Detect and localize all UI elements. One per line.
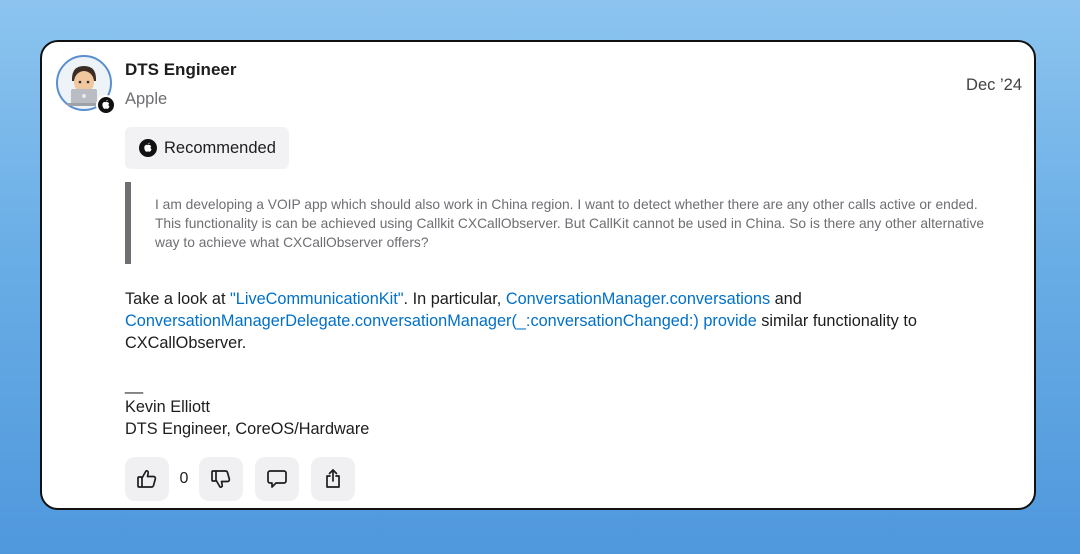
apple-logo-icon	[96, 95, 116, 115]
post-date: Dec ’24	[966, 76, 1022, 94]
share-button[interactable]	[311, 457, 355, 501]
post-actions: 0	[125, 457, 355, 501]
answer-body: Take a look at "LiveCommunicationKit". I…	[125, 288, 1005, 354]
signature: __ Kevin Elliott DTS Engineer, CoreOS/Ha…	[125, 374, 369, 440]
apple-logo-icon	[139, 139, 157, 157]
conversation-changed-link[interactable]: ConversationManagerDelegate.conversation…	[125, 312, 699, 330]
signature-dash: __	[125, 376, 144, 394]
answer-text: Take a look at	[125, 290, 230, 308]
signature-name: Kevin Elliott	[125, 398, 211, 416]
quoted-question: I am developing a VOIP app which should …	[125, 182, 985, 264]
livecommunicationkit-link[interactable]: "LiveCommunicationKit"	[230, 290, 404, 308]
share-icon	[326, 469, 340, 488]
author-name[interactable]: DTS Engineer	[125, 60, 236, 80]
answer-text: . In particular,	[403, 290, 506, 308]
provide-link[interactable]: provide	[703, 312, 756, 330]
thumbs-up-icon	[137, 470, 157, 488]
post-card: DTS Engineer Apple Dec ’24 Recommended I…	[40, 40, 1036, 510]
comment-icon	[267, 470, 287, 488]
recommended-label: Recommended	[164, 138, 276, 157]
thumbs-down-button[interactable]	[199, 457, 243, 501]
signature-title: DTS Engineer, CoreOS/Hardware	[125, 420, 370, 438]
author-organization: Apple	[125, 90, 168, 108]
thumbs-up-button[interactable]	[125, 457, 169, 501]
recommended-badge: Recommended	[125, 127, 289, 169]
conversations-link[interactable]: ConversationManager.conversations	[506, 290, 770, 308]
developer-avatar-icon[interactable]	[56, 55, 116, 115]
thumbs-down-icon	[211, 470, 231, 488]
comment-button[interactable]	[255, 457, 299, 501]
answer-text: and	[770, 290, 802, 308]
vote-count: 0	[179, 470, 189, 487]
